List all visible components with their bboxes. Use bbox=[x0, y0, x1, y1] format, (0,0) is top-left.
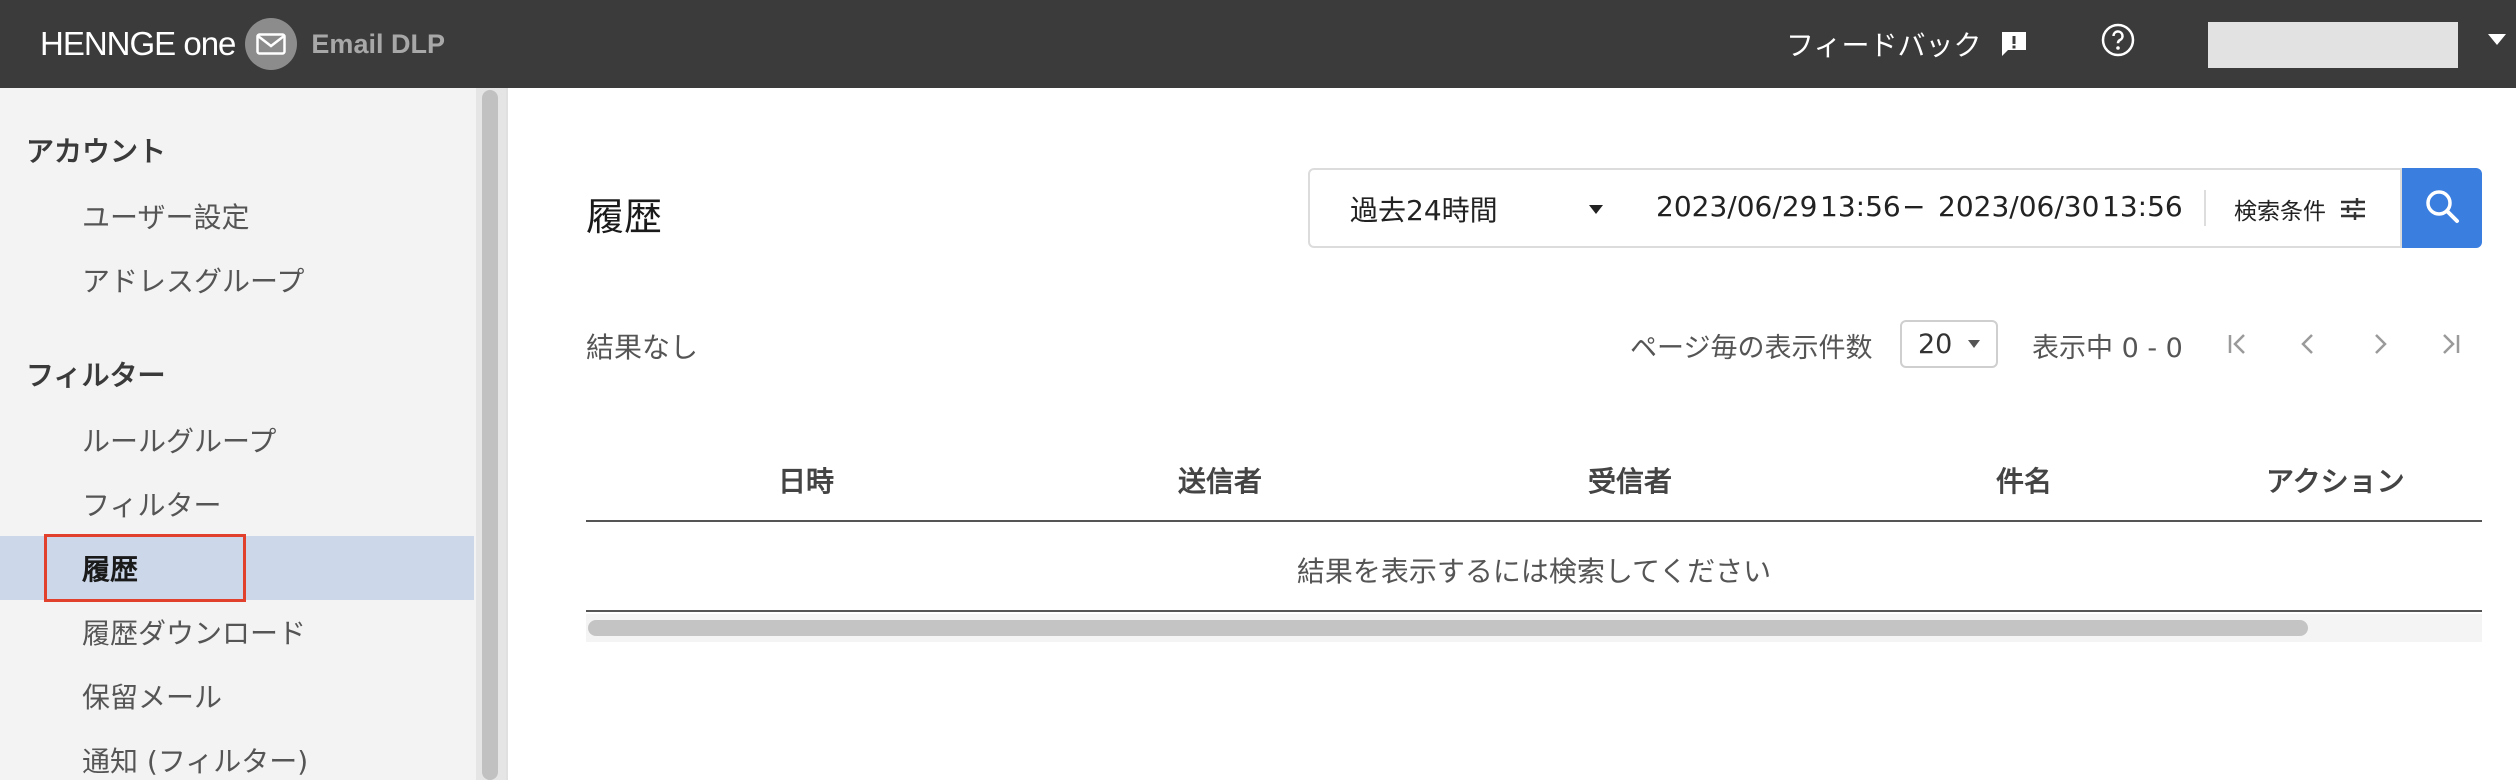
sidebar-item-label: 履歴 bbox=[82, 553, 139, 586]
sidebar-section-filter: フィルター bbox=[26, 359, 166, 392]
time-range-select[interactable]: 過去24時間 bbox=[1350, 186, 1610, 232]
sidebar-item-user-settings[interactable]: ユーザー設定 bbox=[0, 184, 474, 248]
from-time[interactable]: 13:56 bbox=[1820, 190, 1901, 223]
time-range-value: 過去24時間 bbox=[1350, 194, 1498, 227]
sidebar-item-filter[interactable]: フィルター bbox=[0, 472, 474, 536]
last-page-icon[interactable] bbox=[2428, 322, 2472, 366]
table-header-divider bbox=[586, 520, 2482, 522]
user-menu[interactable] bbox=[2208, 22, 2458, 68]
table-horizontal-scrollbar-thumb[interactable] bbox=[588, 620, 2308, 636]
envelope-icon bbox=[245, 18, 298, 70]
product-name: Email DLP bbox=[311, 28, 445, 59]
per-page-label: ページ毎の表示件数 bbox=[1630, 333, 1873, 364]
column-header-datetime[interactable]: 日時 bbox=[778, 460, 834, 500]
search-button[interactable] bbox=[2402, 168, 2482, 248]
sidebar-item-history-download[interactable]: 履歴ダウンロード bbox=[0, 600, 474, 664]
page-title: 履歴 bbox=[586, 195, 663, 239]
per-page-select[interactable]: 20 bbox=[1900, 320, 1998, 368]
caret-down-icon[interactable] bbox=[1589, 205, 1603, 214]
date-range-separator: − bbox=[1902, 190, 1926, 223]
help-circle-icon[interactable] bbox=[2098, 20, 2138, 60]
sidebar-item-label: ユーザー設定 bbox=[82, 201, 250, 234]
sidebar-item-label: フィルター bbox=[82, 489, 222, 522]
from-date[interactable]: 2023/06/29 bbox=[1656, 190, 1817, 223]
table-bottom-divider bbox=[586, 610, 2482, 612]
sidebar-item-address-group[interactable]: アドレスグループ bbox=[0, 248, 474, 312]
feedback-label: フィードバック bbox=[1786, 29, 1982, 62]
feedback-icon bbox=[1999, 29, 2029, 59]
sidebar-item-label: 履歴ダウンロード bbox=[82, 617, 307, 650]
search-conditions-button[interactable]: 検索条件 bbox=[2234, 186, 2366, 232]
sliders-icon bbox=[2340, 198, 2366, 220]
previous-page-icon[interactable] bbox=[2286, 322, 2330, 366]
sidebar-item-history[interactable]: 履歴 bbox=[0, 536, 474, 600]
pagination-status: 表示中 0 - 0 bbox=[2032, 333, 2183, 364]
sidebar-item-held-mail[interactable]: 保留メール bbox=[0, 664, 474, 728]
results-summary: 結果なし bbox=[586, 331, 699, 364]
sidebar-item-rule-group[interactable]: ルールグループ bbox=[0, 408, 474, 472]
to-time[interactable]: 13:56 bbox=[2102, 190, 2183, 223]
search-divider bbox=[2204, 190, 2206, 226]
column-header-sender[interactable]: 送信者 bbox=[1178, 460, 1262, 500]
divider bbox=[506, 88, 508, 780]
sidebar-item-label: アドレスグループ bbox=[82, 265, 305, 298]
next-page-icon[interactable] bbox=[2358, 322, 2402, 366]
sidebar-section-account: アカウント bbox=[26, 135, 167, 168]
sidebar-item-label: 保留メール bbox=[82, 681, 223, 714]
feedback-button[interactable]: フィードバック bbox=[1786, 18, 2029, 70]
to-date[interactable]: 2023/06/30 bbox=[1938, 190, 2099, 223]
search-conditions-label: 検索条件 bbox=[2234, 199, 2326, 225]
search-icon bbox=[2423, 187, 2461, 229]
sidebar-item-notification-filter[interactable]: 通知 (フィルター) bbox=[0, 728, 474, 780]
chevron-down-icon[interactable] bbox=[2488, 34, 2506, 45]
caret-down-icon[interactable] bbox=[1968, 340, 1980, 348]
column-header-subject[interactable]: 件名 bbox=[1996, 460, 2052, 500]
column-header-action[interactable]: アクション bbox=[2266, 460, 2405, 500]
top-bar: HENNGE one Email DLP フィードバック bbox=[0, 0, 2516, 88]
sidebar-scrollbar-thumb[interactable] bbox=[482, 90, 498, 780]
empty-table-message: 結果を表示するには検索してください bbox=[1296, 555, 1772, 588]
first-page-icon[interactable] bbox=[2216, 322, 2260, 366]
sidebar-item-label: ルールグループ bbox=[82, 425, 277, 458]
per-page-value: 20 bbox=[1918, 328, 1953, 360]
brand-logo[interactable]: HENNGE one Email DLP bbox=[40, 18, 445, 70]
sidebar-item-label: 通知 (フィルター) bbox=[82, 745, 309, 778]
column-header-recipient[interactable]: 受信者 bbox=[1588, 460, 1672, 500]
brand-name: HENNGE one bbox=[40, 25, 236, 62]
